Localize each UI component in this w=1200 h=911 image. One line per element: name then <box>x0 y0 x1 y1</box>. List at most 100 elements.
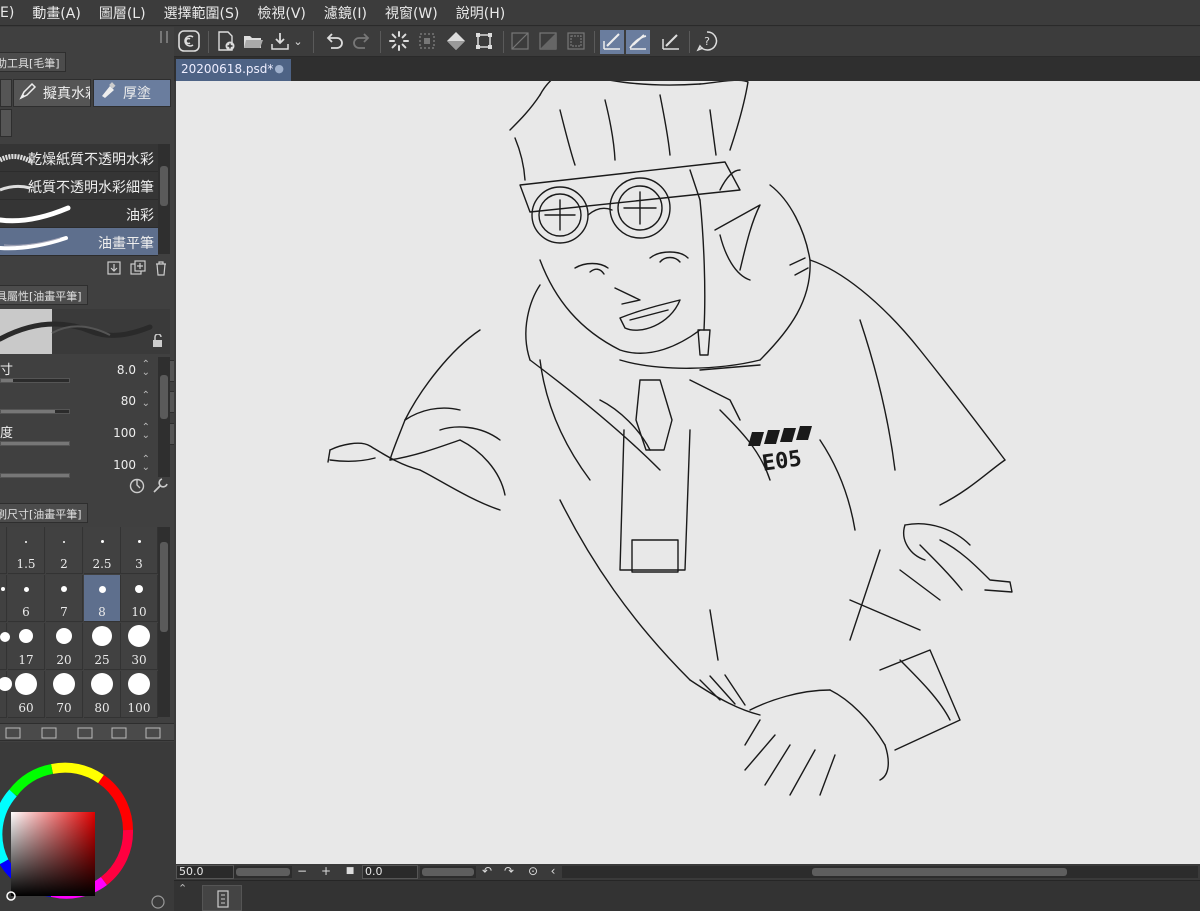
timeline-tab[interactable] <box>202 885 242 911</box>
size-cell[interactable]: 2 <box>46 527 83 574</box>
snap-grid-icon[interactable] <box>659 30 683 54</box>
subtool-button-watercolor[interactable]: 擬真水彩 <box>13 79 91 107</box>
fill-icon[interactable] <box>444 30 468 54</box>
size-cell[interactable]: 60 <box>8 671 45 718</box>
save-icon[interactable] <box>268 30 292 54</box>
subtool-button-impasto[interactable]: 厚塗 <box>93 79 171 107</box>
size-cell[interactable]: 30 <box>121 623 158 670</box>
open-folder-icon[interactable] <box>241 30 265 54</box>
lock-icon[interactable] <box>151 333 165 352</box>
clear-selection-icon[interactable] <box>415 30 439 54</box>
size-cell-selected[interactable]: 8 <box>84 575 121 622</box>
prop-slider[interactable] <box>0 409 70 414</box>
size-cell[interactable]: 2.5 <box>84 527 121 574</box>
color-wheel[interactable] <box>0 742 174 911</box>
size-cell[interactable]: 17 <box>8 623 45 670</box>
rotate-left-icon[interactable]: ↶ <box>480 864 494 880</box>
menu-window[interactable]: 視窗(W) <box>376 3 447 23</box>
copy-to-icon[interactable] <box>105 260 123 278</box>
size-cell[interactable] <box>0 671 12 718</box>
menu-view[interactable]: 檢視(V) <box>248 3 315 23</box>
zoom-in-icon[interactable]: + <box>319 864 333 880</box>
ruler-b-icon[interactable] <box>536 30 560 54</box>
reset-rotation-icon[interactable]: ⊙ <box>526 864 540 880</box>
help-icon[interactable]: ? <box>695 30 719 54</box>
menu-help[interactable]: 說明(H) <box>447 3 514 23</box>
logo-icon[interactable] <box>177 30 201 54</box>
size-cell[interactable]: 3 <box>121 527 158 574</box>
brush-list-scrollbar[interactable] <box>158 144 170 254</box>
size-cell[interactable] <box>0 623 10 670</box>
size-cell[interactable]: 7 <box>46 575 83 622</box>
prop-value[interactable]: 80 <box>121 394 136 408</box>
prop-opacity[interactable]: 80 ⌃⌄ ⤓ <box>0 388 174 418</box>
loading-icon[interactable] <box>387 30 411 54</box>
panel-grip-icon[interactable] <box>160 31 168 43</box>
zoom-slider[interactable] <box>234 866 292 878</box>
duplicate-icon[interactable] <box>129 260 147 278</box>
size-cell[interactable]: 1.5 <box>8 527 45 574</box>
brush-item[interactable]: 油畫平筆 <box>0 228 158 256</box>
property-scrollbar[interactable] <box>158 357 170 477</box>
rotate-right-icon[interactable]: ↷ <box>502 864 516 880</box>
spinner-icon[interactable]: ⌃ ⌄ <box>142 360 150 378</box>
brush-size-tab[interactable]: 刷尺寸[油畫平筆] <box>0 503 88 523</box>
brush-item[interactable]: 乾燥紙質不透明水彩 <box>0 144 158 172</box>
ruler-c-icon[interactable] <box>564 30 588 54</box>
spinner-icon[interactable]: ⌃ ⌄ <box>142 391 150 409</box>
document-tab[interactable]: 20200618.psd* ● <box>176 59 291 81</box>
subtool-button-extra[interactable] <box>0 109 12 137</box>
size-cell[interactable]: 20 <box>46 623 83 670</box>
drawing-canvas[interactable]: E05 <box>176 81 1200 864</box>
snap-ruler-icon[interactable] <box>600 30 624 54</box>
color-panel-tabs[interactable] <box>0 723 174 741</box>
spinner-icon[interactable]: ⌃ ⌄ <box>142 423 150 441</box>
size-cell[interactable]: 10 <box>121 575 158 622</box>
prop-slider[interactable] <box>0 473 70 478</box>
menu-selection[interactable]: 選擇範圍(S) <box>155 3 249 23</box>
ruler-a-icon[interactable] <box>508 30 532 54</box>
rotation-slider[interactable] <box>420 866 476 878</box>
brush-item[interactable]: 紙質不透明水彩細筆 <box>0 172 158 200</box>
new-file-icon[interactable] <box>214 30 238 54</box>
size-cell[interactable]: 25 <box>84 623 121 670</box>
subtool-button-0[interactable] <box>0 79 12 107</box>
spinner-icon[interactable]: ⌃ ⌄ <box>142 455 150 473</box>
snap-special-icon[interactable] <box>626 30 650 54</box>
transform-icon[interactable] <box>472 30 496 54</box>
scroll-left-icon[interactable]: ‹ <box>546 864 560 880</box>
menu-edit[interactable]: E) <box>0 5 23 21</box>
menu-animation[interactable]: 動畫(A) <box>23 3 90 23</box>
size-cell[interactable]: 70 <box>46 671 83 718</box>
prop-density[interactable]: 度 100 ⌃⌄ ⤓ <box>0 420 174 450</box>
zoom-field[interactable]: 50.0 <box>176 865 234 879</box>
undo-icon[interactable] <box>322 30 346 54</box>
fit-screen-icon[interactable]: ■ <box>343 864 357 880</box>
tool-property-tab[interactable]: 具屬性[油畫平筆] <box>0 285 88 305</box>
size-cell[interactable]: 80 <box>84 671 121 718</box>
size-cell[interactable] <box>0 527 7 574</box>
reset-icon[interactable] <box>128 477 146 495</box>
prop-value[interactable]: 100 <box>113 458 136 472</box>
zoom-out-icon[interactable]: − <box>295 864 309 880</box>
dropdown-chevron-icon[interactable]: ⌄ <box>291 30 305 54</box>
menu-filter[interactable]: 濾鏡(I) <box>315 3 376 23</box>
prop-brush-size[interactable]: 寸 8.0 ⌃⌄ ⤓ <box>0 357 174 387</box>
size-cell[interactable]: 100 <box>121 671 158 718</box>
collapse-icon[interactable]: ⌃ <box>178 882 187 895</box>
prop-value[interactable]: 100 <box>113 426 136 440</box>
prop-slider[interactable] <box>0 441 70 446</box>
canvas-horizontal-scrollbar[interactable] <box>562 866 1198 878</box>
wrench-icon[interactable] <box>151 477 169 495</box>
brush-item[interactable]: 油彩 <box>0 200 158 228</box>
prop-slider[interactable] <box>0 378 70 383</box>
trash-icon[interactable] <box>152 260 170 278</box>
prop-value[interactable]: 8.0 <box>117 363 136 377</box>
rotation-field[interactable]: 0.0 <box>362 865 418 879</box>
brush-size-scrollbar[interactable] <box>158 527 170 717</box>
close-tab-icon[interactable]: ● <box>274 62 284 75</box>
subtool-panel-tab[interactable]: 助工具[毛筆] <box>0 52 66 72</box>
redo-icon[interactable] <box>350 30 374 54</box>
menu-layer[interactable]: 圖層(L) <box>90 3 155 23</box>
size-cell[interactable] <box>0 575 7 622</box>
